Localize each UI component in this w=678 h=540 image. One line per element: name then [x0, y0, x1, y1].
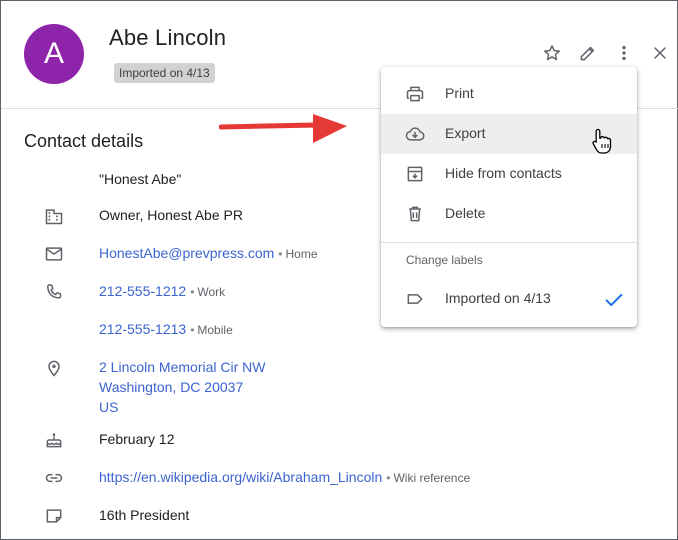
company-icon — [45, 209, 63, 225]
change-labels-heading: Change labels — [406, 253, 483, 267]
label-icon — [407, 294, 423, 304]
section-title: Contact details — [24, 131, 144, 151]
company: Owner, Honest Abe PR — [99, 207, 243, 223]
menu-item-delete[interactable]: Delete — [381, 194, 637, 234]
note: 16th President — [99, 507, 190, 523]
avatar: A — [24, 24, 84, 84]
birthday-cake-icon — [46, 432, 62, 448]
location-pin-icon — [48, 360, 60, 377]
more-actions-menu: Print Export Hide from contacts Delete C… — [381, 67, 637, 327]
email-row: HonestAbe@prevpress.com • Home — [99, 245, 318, 261]
menu-item-label: Hide from contacts — [445, 165, 562, 181]
archive-icon — [407, 166, 423, 182]
address-line1[interactable]: 2 Lincoln Memorial Cir NW — [99, 359, 265, 375]
email-icon — [45, 247, 63, 261]
menu-divider — [381, 242, 637, 243]
menu-item-label: Export — [445, 125, 486, 141]
nickname: "Honest Abe" — [99, 171, 182, 187]
menu-item-hide[interactable]: Hide from contacts — [381, 154, 637, 194]
menu-item-label: Imported on 4/13 — [445, 290, 551, 306]
more-vert-icon[interactable] — [614, 43, 634, 63]
email-type: Home — [285, 247, 318, 261]
menu-item-label: Print — [445, 85, 474, 101]
note-icon — [46, 509, 62, 523]
phone2-row: 212-555-1213 • Mobile — [99, 321, 233, 337]
menu-item-label-imported[interactable]: Imported on 4/13 — [381, 279, 637, 319]
separator-dot: • — [278, 247, 283, 261]
link-icon — [45, 473, 63, 483]
address-line3[interactable]: US — [99, 399, 118, 415]
separator-dot: • — [190, 323, 195, 337]
trash-icon — [409, 206, 421, 222]
annotation-arrow — [219, 114, 347, 143]
separator-dot: • — [386, 471, 391, 485]
header-divider — [1, 108, 381, 109]
phone-icon — [47, 284, 62, 299]
menu-item-print[interactable]: Print — [381, 74, 637, 114]
checkmark-icon — [605, 293, 623, 307]
phone1-type: Work — [197, 285, 226, 299]
phone1-row: 212-555-1212 • Work — [99, 283, 225, 299]
contact-card: A Abe Lincoln Imported on 4/13 Contact d… — [0, 0, 678, 540]
phone2-type: Mobile — [197, 323, 233, 337]
phone2-link[interactable]: 212-555-1213 — [99, 321, 186, 337]
hand-cursor-icon — [592, 128, 612, 154]
cloud-download-icon — [405, 127, 425, 141]
email-link[interactable]: HonestAbe@prevpress.com — [99, 245, 274, 261]
phone1-link[interactable]: 212-555-1212 — [99, 283, 186, 299]
birthday: February 12 — [99, 431, 175, 447]
contact-name: Abe Lincoln — [109, 25, 227, 50]
close-icon[interactable] — [650, 43, 670, 63]
website-type: Wiki reference — [393, 471, 471, 485]
print-icon — [406, 86, 424, 102]
menu-item-label: Delete — [445, 205, 486, 221]
website-row: https://en.wikipedia.org/wiki/Abraham_Li… — [99, 469, 470, 485]
label-chip[interactable]: Imported on 4/13 — [114, 63, 215, 83]
star-icon[interactable] — [542, 43, 562, 63]
pencil-icon[interactable] — [578, 43, 598, 63]
header-divider-right — [637, 108, 678, 109]
address-line2[interactable]: Washington, DC 20037 — [99, 379, 243, 395]
website-link[interactable]: https://en.wikipedia.org/wiki/Abraham_Li… — [99, 469, 382, 485]
separator-dot: • — [190, 285, 195, 299]
